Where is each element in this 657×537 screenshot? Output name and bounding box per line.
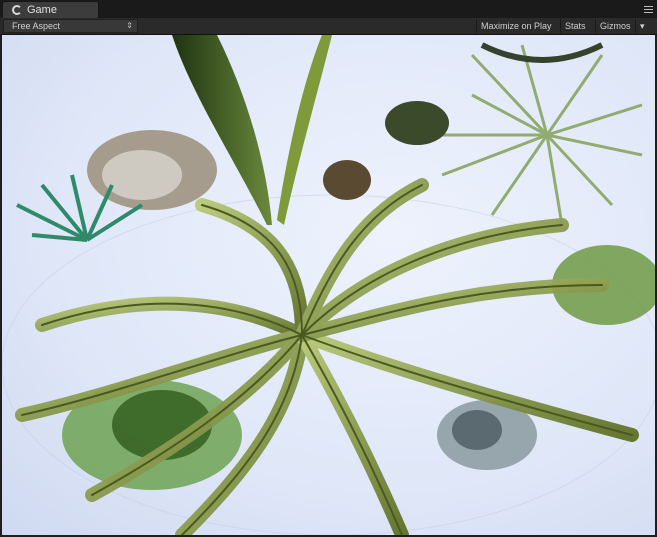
dark-shrub	[323, 101, 449, 200]
aspect-dropdown[interactable]: Free Aspect ⇕	[3, 19, 138, 33]
tab-bar: Game	[0, 0, 657, 18]
dropdown-arrow-icon[interactable]: ▾	[635, 19, 649, 33]
tab-game[interactable]: Game	[2, 1, 99, 18]
tab-label: Game	[27, 4, 57, 16]
game-controller-icon	[12, 5, 22, 15]
tab-menu-icon[interactable]	[644, 6, 653, 15]
scene-render	[2, 35, 655, 535]
stats-button[interactable]: Stats	[560, 19, 590, 33]
updown-arrows-icon: ⇕	[126, 21, 133, 30]
gizmos-button[interactable]: Gizmos	[595, 19, 635, 33]
maximize-on-play-button[interactable]: Maximize on Play	[476, 19, 556, 33]
aspect-label: Free Aspect	[12, 21, 61, 31]
game-viewport[interactable]	[2, 35, 655, 535]
game-toolbar: Free Aspect ⇕ Maximize on Play Stats Giz…	[0, 18, 657, 35]
palm-plant	[432, 42, 643, 226]
